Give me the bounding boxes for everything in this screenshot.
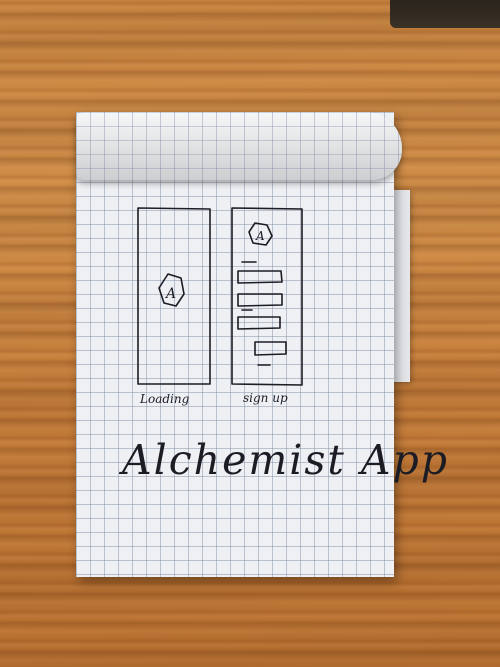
sketch-layer: A A Loading sign up Alchemist App [118,207,449,484]
signup-field-2 [237,293,283,307]
signup-field-3 [237,316,281,330]
signup-field-1 [237,270,283,284]
sketch-title: Alchemist App [118,436,449,484]
signup-button [254,341,287,356]
signup-caption: sign up [243,391,288,405]
signup-screen-frame [231,207,303,386]
loading-logo-letter: A [164,286,176,302]
signup-logo-letter: A [255,229,265,243]
loading-caption: Loading [139,392,190,406]
